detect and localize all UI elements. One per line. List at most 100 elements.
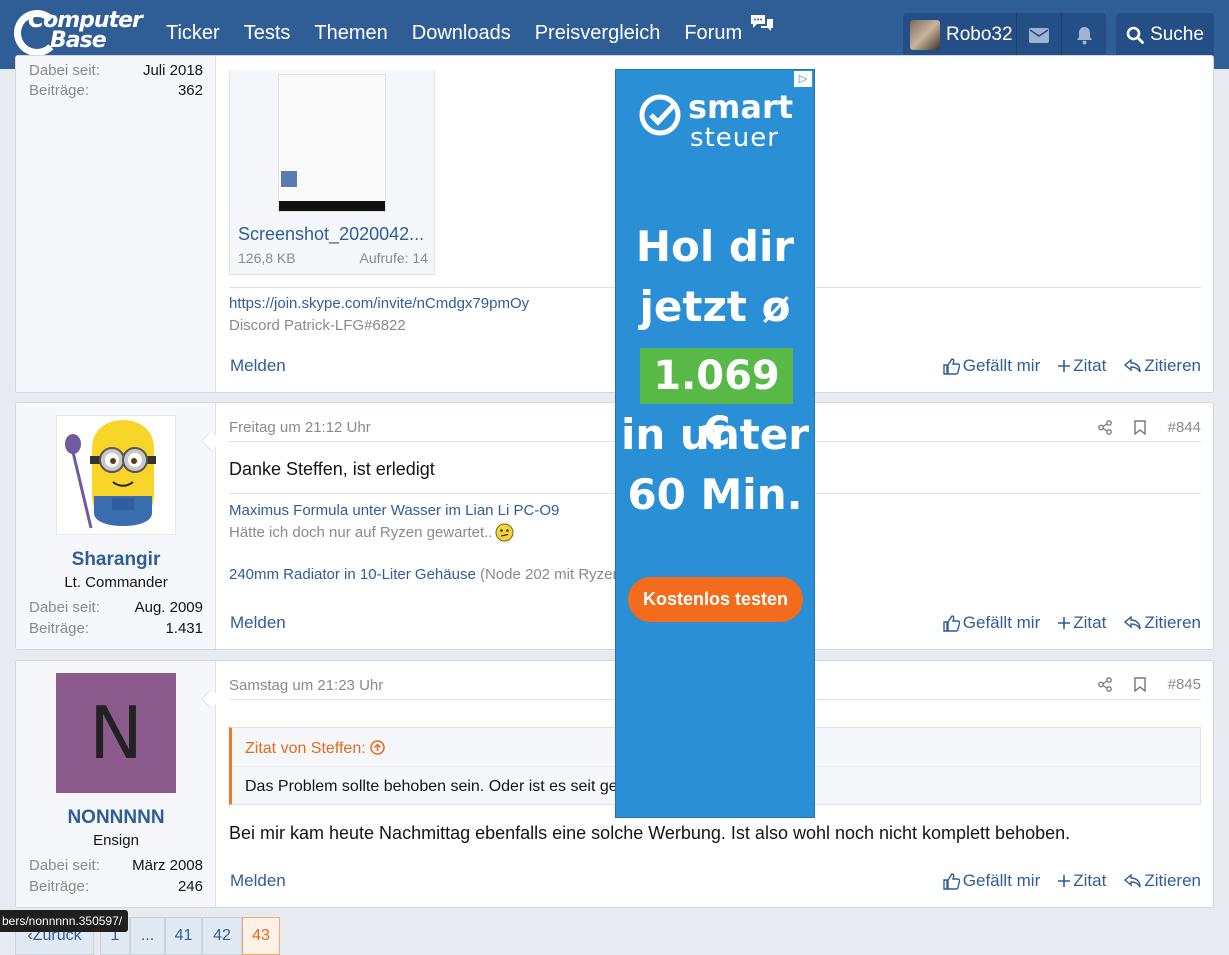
site-logo[interactable]: Computer Base: [14, 8, 143, 60]
signature-text: Hätte ich doch nur auf Ryzen gewartet..: [229, 524, 493, 541]
user-rank: Lt. Commander: [64, 574, 168, 591]
signature-skype-link[interactable]: https://join.skype.com/invite/nCmdgx79pm…: [229, 295, 529, 312]
like-button[interactable]: Gefällt mir: [943, 356, 1040, 376]
reply-button[interactable]: Zitieren: [1124, 356, 1201, 376]
quote-button[interactable]: Zitat: [1058, 613, 1106, 633]
signature-link-maximus[interactable]: Maximus Formula unter Wasser im Lian Li …: [229, 502, 559, 519]
page-43-current[interactable]: 43: [242, 917, 280, 955]
username-link[interactable]: Sharangir: [16, 549, 216, 571]
like-label: Gefällt mir: [962, 871, 1041, 890]
joined-value: Aug. 2009: [134, 599, 203, 616]
posts-value: 362: [177, 82, 203, 99]
post-actions: Gefällt mir Zitat Zitieren: [943, 356, 1201, 376]
confused-smiley-icon: [495, 523, 514, 542]
user-rank: Ensign: [93, 832, 139, 849]
reply-arrow-icon: [1124, 616, 1142, 630]
signature-text-node: (Node 202 mit Ryzen: [479, 566, 621, 583]
thumbnail-avatar: [281, 171, 297, 187]
nav-ticker[interactable]: Ticker: [166, 22, 220, 45]
posts-label: Beiträge:: [29, 620, 90, 637]
reply-arrow-icon: [1124, 874, 1142, 888]
post-content: Danke Steffen, ist erledigt: [229, 459, 435, 479]
user-sidebar: Sharangir Lt. Commander Dabei seit: Aug.…: [16, 403, 216, 649]
post-date[interactable]: Freitag um 21:12 Uhr: [229, 419, 371, 436]
minion-avatar[interactable]: [56, 415, 176, 535]
plus-icon: [1058, 617, 1071, 629]
joined-label: Dabei seit:: [29, 857, 100, 874]
arrow-up-circle-icon: [370, 740, 385, 755]
user-sidebar: Dabei seit: Juli 2018 Beiträge: 362: [16, 56, 216, 392]
logo-text-line2: Base: [50, 28, 107, 53]
nav-themen[interactable]: Themen: [314, 22, 387, 45]
checkmark-circle-icon: [639, 94, 681, 136]
post-content: Bei mir kam heute Nachmittag ebenfalls e…: [229, 823, 1071, 843]
report-link[interactable]: Melden: [230, 871, 286, 891]
username-link[interactable]: Robo32: [946, 24, 1016, 46]
user-avatar[interactable]: [910, 20, 940, 50]
reply-arrow-icon: [1124, 359, 1142, 373]
like-button[interactable]: Gefällt mir: [943, 613, 1040, 633]
advertisement-banner[interactable]: ▷ smart steuer Hol dir jetzt ø 1.069 € i…: [615, 69, 815, 818]
share-icon[interactable]: [1097, 677, 1112, 692]
ad-headline-2: jetzt ø: [639, 282, 791, 331]
page-42[interactable]: 42: [202, 917, 242, 955]
post-number[interactable]: #845: [1168, 676, 1201, 693]
envelope-icon[interactable]: [1016, 13, 1061, 57]
reply-button[interactable]: Zitieren: [1124, 613, 1201, 633]
quote-button[interactable]: Zitat: [1058, 356, 1106, 376]
ad-cta-button[interactable]: Kostenlos testen: [628, 577, 803, 622]
chat-bubbles-icon: [749, 13, 775, 33]
joined-value: Juli 2018: [142, 62, 203, 79]
post-actions: Gefällt mir Zitat Zitieren: [943, 871, 1201, 891]
like-button[interactable]: Gefällt mir: [943, 871, 1040, 891]
joined-value: März 2008: [132, 857, 203, 874]
page-ellipsis[interactable]: ...: [130, 917, 165, 955]
posts-value: 246: [177, 878, 203, 895]
ad-brand-line2: steuer: [690, 123, 779, 153]
letter-avatar[interactable]: N: [56, 673, 176, 793]
posts-label: Beiträge:: [29, 878, 90, 895]
attachment-card[interactable]: Screenshot_2020042... 126,8 KB Aufrufe: …: [229, 70, 435, 275]
like-label: Gefällt mir: [962, 356, 1041, 375]
thumbs-up-icon: [943, 357, 960, 375]
reply-button[interactable]: Zitieren: [1124, 871, 1201, 891]
post-date[interactable]: Samstag um 21:23 Uhr: [229, 677, 383, 694]
attachment-thumbnail[interactable]: [278, 74, 386, 212]
nav-forum[interactable]: Forum: [684, 22, 742, 45]
reply-label: Zitieren: [1144, 613, 1201, 632]
post-number[interactable]: #844: [1168, 419, 1201, 436]
link-status-tooltip: bers/nonnnnn.350597/: [0, 910, 129, 932]
report-link[interactable]: Melden: [230, 613, 286, 633]
share-icon[interactable]: [1097, 420, 1112, 435]
posts-label: Beiträge:: [29, 82, 90, 99]
nav-downloads[interactable]: Downloads: [412, 22, 511, 45]
post-actions: Gefällt mir Zitat Zitieren: [943, 613, 1201, 633]
quote-text: Das Problem sollte behoben sein. Oder is…: [245, 778, 618, 795]
bookmark-icon[interactable]: [1133, 677, 1146, 692]
joined-label: Dabei seit:: [29, 62, 100, 79]
bell-icon[interactable]: [1061, 13, 1106, 57]
quote-button[interactable]: Zitat: [1058, 871, 1106, 891]
adchoices-icon[interactable]: ▷: [794, 71, 812, 87]
page-41[interactable]: 41: [165, 917, 202, 955]
attachment-size: 126,8 KB: [238, 250, 296, 266]
ad-headline-3: in unter: [621, 410, 809, 459]
ad-headline-1: Hol dir: [635, 222, 795, 271]
reply-label: Zitieren: [1144, 871, 1201, 890]
quote-header[interactable]: Zitat von Steffen:: [245, 740, 385, 758]
username-link[interactable]: NONNNNN: [16, 807, 216, 829]
reply-label: Zitieren: [1144, 356, 1201, 375]
quote-label: Zitat: [1073, 871, 1107, 890]
like-label: Gefällt mir: [962, 613, 1041, 632]
attachment-filename[interactable]: Screenshot_2020042...: [238, 224, 424, 245]
quote-label: Zitat: [1073, 356, 1107, 375]
nav-tests[interactable]: Tests: [244, 22, 291, 45]
thumbs-up-icon: [943, 872, 960, 890]
search-button[interactable]: Suche: [1116, 13, 1214, 57]
report-link[interactable]: Melden: [230, 356, 286, 376]
ad-price-badge: 1.069 €: [640, 348, 793, 455]
joined-label: Dabei seit:: [29, 599, 100, 616]
bookmark-icon[interactable]: [1133, 420, 1146, 435]
signature-link-radiator[interactable]: 240mm Radiator in 10-Liter Gehäuse: [229, 566, 476, 583]
nav-preisvergleich[interactable]: Preisvergleich: [535, 22, 661, 45]
